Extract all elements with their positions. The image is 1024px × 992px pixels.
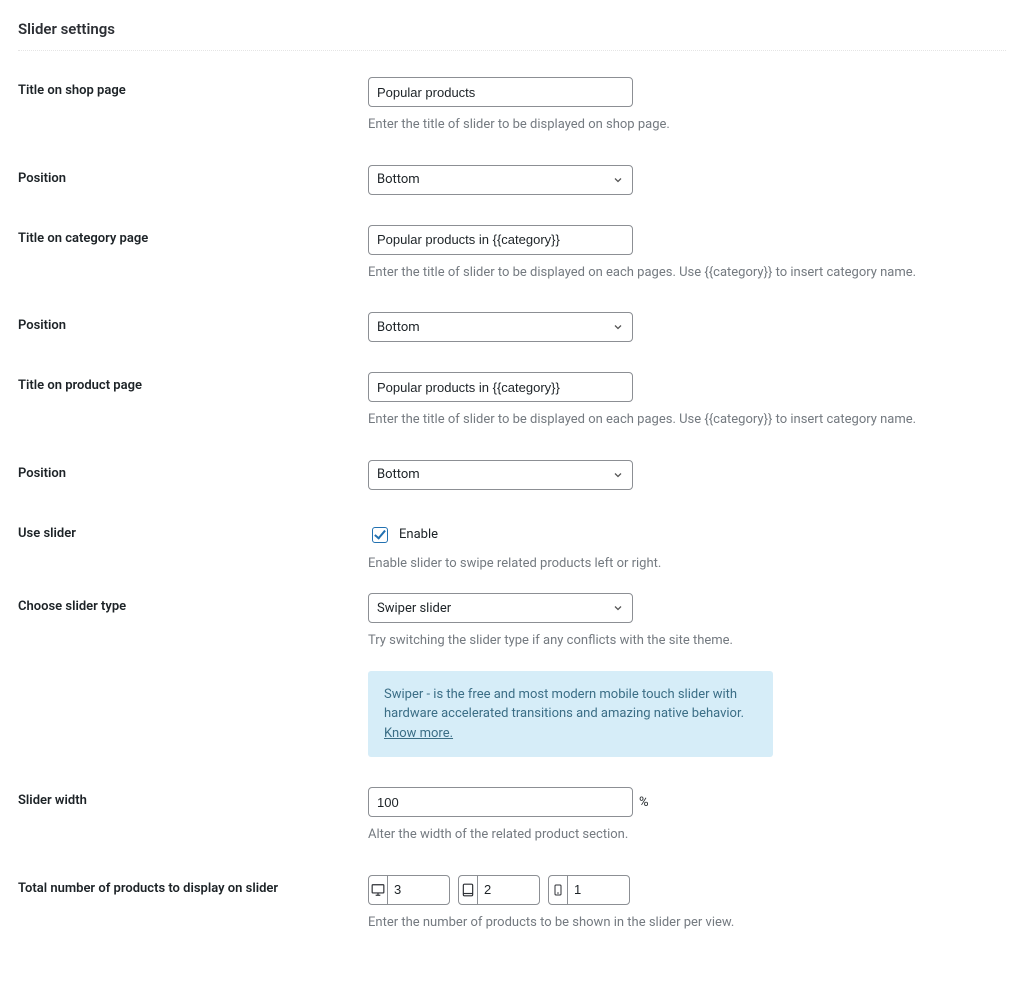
- chevron-down-icon: [612, 469, 624, 481]
- chevron-down-icon: [612, 602, 624, 614]
- select-slider-type-value: Swiper slider: [377, 601, 451, 616]
- section-title: Slider settings: [18, 20, 1006, 38]
- checkbox-use-slider[interactable]: [372, 527, 388, 543]
- label-position-shop: Position: [18, 165, 368, 186]
- select-position-product-value: Bottom: [377, 467, 420, 482]
- slider-settings-page: Slider settings Title on shop page Enter…: [0, 0, 1024, 992]
- input-products-desktop[interactable]: [388, 876, 449, 904]
- label-slider-type: Choose slider type: [18, 593, 368, 614]
- row-slider-type: Choose slider type Swiper slider Try swi…: [18, 593, 1006, 651]
- input-title-product[interactable]: [368, 372, 633, 402]
- desc-title-product: Enter the title of slider to be displaye…: [368, 410, 1006, 430]
- slider-width-unit: %: [639, 795, 649, 810]
- mobile-icon: [549, 876, 568, 904]
- select-slider-type[interactable]: Swiper slider: [368, 593, 633, 623]
- label-position-product: Position: [18, 460, 368, 481]
- desc-title-shop: Enter the title of slider to be displaye…: [368, 115, 1006, 135]
- desc-total-products: Enter the number of products to be shown…: [368, 913, 1006, 933]
- row-use-slider: Use slider Enable Enable slider to swipe…: [18, 520, 1006, 574]
- desc-slider-type: Try switching the slider type if any con…: [368, 631, 1006, 651]
- input-products-tablet[interactable]: [478, 876, 539, 904]
- row-position-product: Position Bottom: [18, 460, 1006, 490]
- chevron-down-icon: [612, 321, 624, 333]
- label-use-slider: Use slider: [18, 520, 368, 541]
- select-position-product[interactable]: Bottom: [368, 460, 633, 490]
- device-input-mobile: [548, 875, 630, 905]
- label-total-products: Total number of products to display on s…: [18, 875, 368, 896]
- label-title-product: Title on product page: [18, 372, 368, 393]
- row-position-category: Position Bottom: [18, 312, 1006, 342]
- divider: [18, 50, 1006, 51]
- select-position-shop[interactable]: Bottom: [368, 165, 633, 195]
- row-total-products: Total number of products to display on s…: [18, 875, 1006, 933]
- select-position-category[interactable]: Bottom: [368, 312, 633, 342]
- device-input-tablet: [458, 875, 540, 905]
- row-info: Swiper - is the free and most modern mob…: [18, 671, 1006, 758]
- info-box: Swiper - is the free and most modern mob…: [368, 671, 773, 758]
- input-title-shop[interactable]: [368, 77, 633, 107]
- input-products-mobile[interactable]: [568, 876, 629, 904]
- label-slider-width: Slider width: [18, 787, 368, 808]
- row-title-product: Title on product page Enter the title of…: [18, 372, 1006, 430]
- device-input-desktop: [368, 875, 450, 905]
- info-text: Swiper - is the free and most modern mob…: [384, 687, 744, 722]
- input-title-category[interactable]: [368, 225, 633, 255]
- desc-slider-width: Alter the width of the related product s…: [368, 825, 1006, 845]
- desc-title-category: Enter the title of slider to be displaye…: [368, 263, 1006, 283]
- desktop-icon: [369, 876, 388, 904]
- row-title-shop: Title on shop page Enter the title of sl…: [18, 77, 1006, 135]
- row-slider-width: Slider width % Alter the width of the re…: [18, 787, 1006, 845]
- info-link[interactable]: Know more.: [384, 726, 453, 741]
- row-position-shop: Position Bottom: [18, 165, 1006, 195]
- input-slider-width[interactable]: [368, 787, 633, 817]
- select-position-category-value: Bottom: [377, 320, 420, 335]
- tablet-icon: [459, 876, 478, 904]
- label-position-category: Position: [18, 312, 368, 333]
- label-title-shop: Title on shop page: [18, 77, 368, 98]
- row-title-category: Title on category page Enter the title o…: [18, 225, 1006, 283]
- chevron-down-icon: [612, 174, 624, 186]
- select-position-shop-value: Bottom: [377, 172, 420, 187]
- checkbox-use-slider-label: Enable: [399, 527, 438, 542]
- desc-use-slider: Enable slider to swipe related products …: [368, 554, 1006, 574]
- label-title-category: Title on category page: [18, 225, 368, 246]
